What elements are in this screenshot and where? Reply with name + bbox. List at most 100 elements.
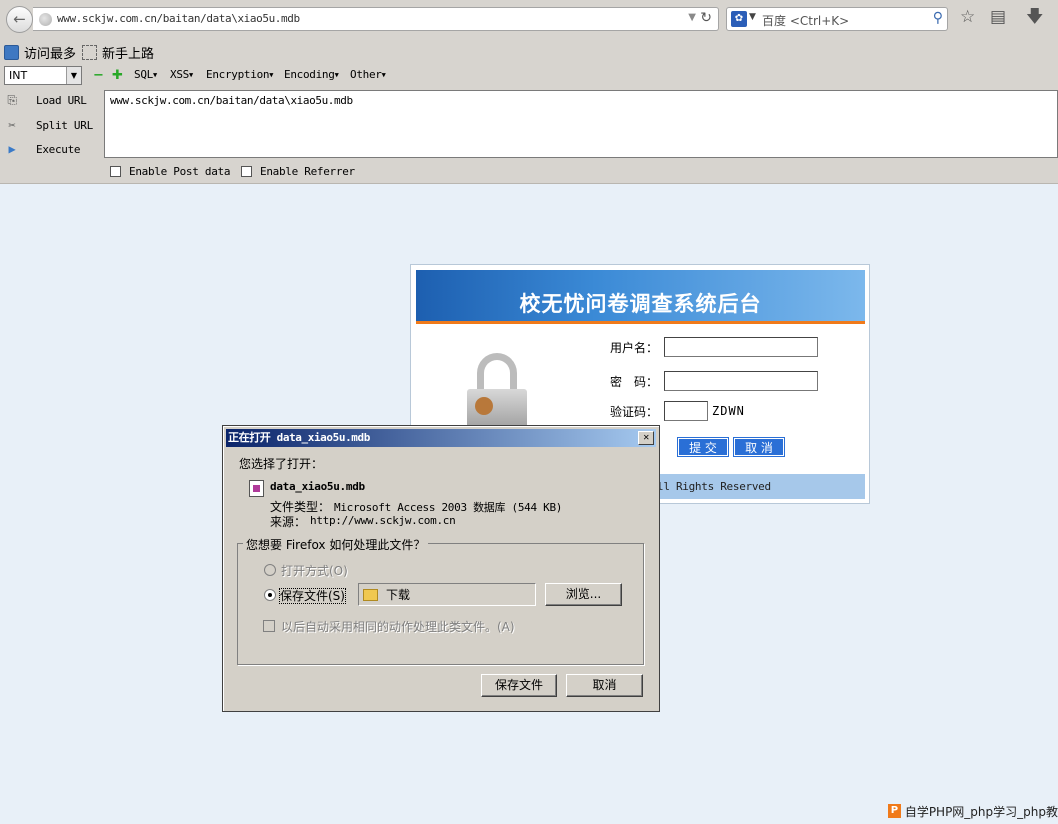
menu-other[interactable]: Other▼ [350, 68, 386, 81]
menu-label: SQL [134, 68, 153, 81]
open-with-label: 打开方式(O) [281, 564, 348, 578]
filetype-value: Microsoft Access 2003 数据库 (544 KB) [334, 501, 563, 514]
bookmarks-toolbar: 访问最多 新手上路 [0, 40, 1058, 62]
groupbox-legend: 您想要 Firefox 如何处理此文件？ [243, 536, 429, 553]
menu-sql[interactable]: SQL▼ [134, 68, 157, 81]
login-title: 校无忧问卷调查系统后台 [519, 291, 762, 316]
action-label: Split URL [36, 118, 93, 132]
folder-name: 下载 [386, 588, 411, 602]
bookmark-label: 新手上路 [102, 47, 155, 62]
load-url-button[interactable]: ⎘ Load URL [4, 90, 104, 110]
most-visited-icon [4, 45, 19, 60]
decrease-icon[interactable]: − [93, 68, 104, 83]
source-value: http://www.sckjw.com.cn [310, 514, 456, 527]
password-row: 密 码： [610, 371, 818, 391]
search-engine-dropdown-icon[interactable]: ▼ [749, 12, 756, 22]
enable-referrer-checkbox[interactable]: Enable Referrer [241, 165, 355, 178]
cancel-button[interactable]: 取 消 [733, 437, 785, 457]
chevron-down-icon: ▼ [269, 71, 274, 79]
dialog-titlebar: 正在打开 data_xiao5u.mdb ✕ [226, 429, 656, 447]
increase-icon[interactable]: ✚ [112, 68, 123, 83]
cancel-button[interactable]: 取消 [566, 674, 643, 697]
reload-icon[interactable]: ↻ [700, 10, 712, 26]
username-label: 用户名： [610, 340, 659, 355]
chevron-down-icon: ▼ [152, 71, 157, 79]
source-label: 来源： [270, 515, 307, 529]
hackbar-url-textarea[interactable]: www.sckjw.com.cn/baitan/data\xiao5u.mdb [104, 90, 1058, 158]
execute-button[interactable]: ▶ Execute [4, 139, 104, 159]
save-file-radio[interactable] [264, 589, 276, 601]
url-text: www.sckjw.com.cn/baitan/data\xiao5u.mdb [57, 12, 300, 25]
checkbox-box[interactable] [110, 166, 121, 177]
login-header: 校无忧问卷调查系统后台 [416, 270, 865, 323]
bookmark-star-icon[interactable]: ☆ [960, 9, 975, 26]
hackbar-panel: INT ▼ − ✚ SQL▼ XSS▼ Encryption▼ Encoding… [0, 63, 1058, 184]
close-icon[interactable]: ✕ [638, 431, 654, 445]
select-value: INT [9, 69, 28, 82]
menu-label: Encoding [284, 68, 335, 81]
menu-encryption[interactable]: Encryption▼ [206, 68, 273, 81]
password-label: 密 码： [610, 374, 659, 389]
header-divider [416, 321, 865, 324]
checkbox-label: Enable Post data [129, 165, 231, 178]
search-icon[interactable]: ⚲ [933, 10, 943, 26]
save-file-text: 保存文件(S) [279, 588, 346, 604]
captcha-code[interactable]: ZDWN [712, 404, 745, 418]
scissors-icon: ✂ [8, 118, 16, 132]
menu-xss[interactable]: XSS▼ [170, 68, 193, 81]
browse-button[interactable]: 浏览... [545, 583, 622, 606]
password-input[interactable] [664, 371, 818, 391]
auto-action-label: 以后自动采用相同的动作处理此类文件。(A) [281, 620, 515, 634]
chevron-down-icon[interactable]: ▼ [66, 67, 81, 84]
menu-label: Encryption [206, 68, 270, 81]
chevron-down-icon: ▼ [188, 71, 193, 79]
download-dialog: 正在打开 data_xiao5u.mdb ✕ 您选择了打开： data_xiao… [222, 425, 660, 712]
url-bar[interactable]: www.sckjw.com.cn/baitan/data\xiao5u.mdb … [33, 7, 719, 31]
getting-started-icon [82, 45, 97, 60]
bookmark-label: 访问最多 [24, 47, 77, 62]
username-input[interactable] [664, 337, 818, 357]
back-button[interactable]: ← [6, 6, 33, 33]
download-folder-field[interactable]: 下载 [358, 583, 536, 606]
chevron-down-icon: ▼ [381, 71, 386, 79]
checkbox-box[interactable] [241, 166, 252, 177]
username-row: 用户名： [610, 337, 818, 357]
enable-post-data-checkbox[interactable]: Enable Post data [110, 165, 230, 178]
captcha-input[interactable] [664, 401, 708, 421]
site-identity-icon[interactable] [39, 13, 52, 26]
load-url-icon: ⎘ [7, 92, 17, 107]
lock-icon [467, 353, 533, 433]
search-placeholder: 百度 <Ctrl+K> [762, 14, 850, 28]
menu-encoding[interactable]: Encoding▼ [284, 68, 339, 81]
access-file-icon [249, 480, 264, 497]
baidu-paw-icon[interactable]: ✿ [731, 11, 747, 27]
dialog-title: 正在打开 data_xiao5u.mdb [228, 431, 370, 444]
auto-action-checkbox[interactable] [263, 620, 275, 632]
search-bar[interactable]: ✿ ▼ 百度 <Ctrl+K> ⚲ [726, 7, 948, 31]
bookmarks-menu-icon[interactable]: ▤ [990, 9, 1006, 26]
menu-label: Other [350, 68, 382, 81]
url-history-dropdown-icon[interactable]: ▼ [688, 12, 696, 23]
submit-button[interactable]: 提 交 [677, 437, 729, 457]
downloads-icon[interactable]: 🡇 [1026, 9, 1043, 26]
captcha-label: 验证码： [610, 404, 659, 419]
open-with-radio[interactable] [264, 564, 276, 576]
bookmark-most-visited[interactable]: 访问最多 [4, 43, 76, 62]
split-url-button[interactable]: ✂ Split URL [4, 115, 104, 135]
play-icon: ▶ [8, 142, 16, 156]
site-watermark: P 自学PHP网_php学习_php教 [888, 801, 1058, 821]
back-arrow-icon: ← [13, 10, 26, 28]
save-file-button[interactable]: 保存文件 [481, 674, 557, 697]
bookmark-getting-started[interactable]: 新手上路 [82, 43, 154, 62]
hackbar-type-select[interactable]: INT ▼ [4, 66, 82, 85]
checkbox-label: Enable Referrer [260, 165, 355, 178]
file-name: data_xiao5u.mdb [270, 480, 365, 493]
captcha-row: 验证码： ZDWN [610, 401, 745, 421]
watermark-text: 自学PHP网_php学习_php教 [904, 804, 1058, 819]
save-file-label: 保存文件(S) [279, 587, 346, 604]
browser-chrome: ← www.sckjw.com.cn/baitan/data\xiao5u.md… [0, 0, 1058, 184]
menu-label: XSS [170, 68, 189, 81]
chevron-down-icon: ▼ [334, 71, 339, 79]
navigation-bar: ← www.sckjw.com.cn/baitan/data\xiao5u.md… [0, 0, 1058, 38]
dialog-intro: 您选择了打开： [239, 457, 324, 471]
